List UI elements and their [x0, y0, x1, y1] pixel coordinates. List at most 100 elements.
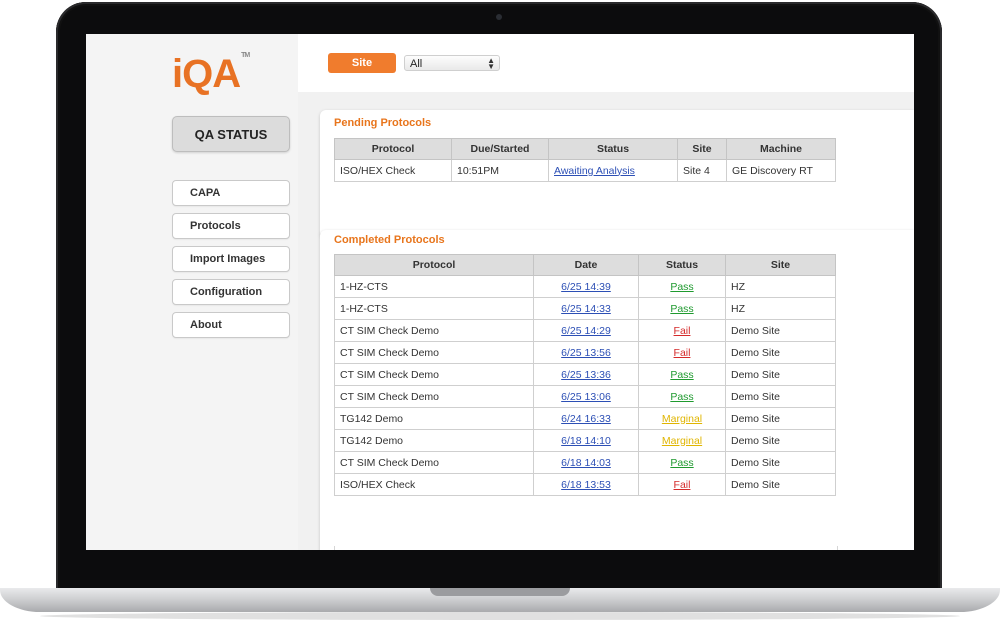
status-link[interactable]: Pass [670, 457, 693, 469]
protocol-cell: TG142 Demo [334, 429, 534, 452]
pending-protocols-table: Protocol Due/Started Status Site Machine… [334, 138, 836, 182]
site-cell: Demo Site [725, 451, 836, 474]
protocol-cell: CT SIM Check Demo [334, 451, 534, 474]
screen: iQATM QA STATUS CAPA Protocols Import Im… [86, 34, 914, 550]
site-select[interactable]: All ▲ ▼ [404, 55, 500, 71]
date-link[interactable]: 6/18 13:53 [561, 479, 611, 491]
table-row[interactable]: 1-HZ-CTS 6/25 14:33 Pass HZ [334, 297, 836, 320]
completed-protocols-title: Completed Protocols [334, 234, 445, 246]
sidebar-item-about[interactable]: About [172, 312, 290, 338]
column-header[interactable]: Status [548, 138, 678, 160]
column-header[interactable]: Due/Started [451, 138, 549, 160]
status-link[interactable]: Fail [674, 325, 691, 337]
date-link[interactable]: 6/18 14:10 [561, 435, 611, 447]
column-header[interactable]: Status [638, 254, 726, 276]
date-cell: 6/25 14:29 [533, 319, 639, 342]
site-cell: Demo Site [725, 385, 836, 408]
table-row[interactable]: CT SIM Check Demo 6/25 14:29 Fail Demo Site [334, 319, 836, 342]
date-link[interactable]: 6/25 14:33 [561, 303, 611, 315]
status-cell: Fail [638, 319, 726, 342]
status-cell: Awaiting Analysis [548, 159, 678, 182]
table-row[interactable]: ISO/HEX Check 10:51PM Awaiting Analysis … [334, 159, 836, 182]
main-area: Site All ▲ ▼ Pending Protocols Protocol D… [298, 34, 914, 550]
column-header[interactable]: Site [725, 254, 836, 276]
date-cell: 6/25 13:36 [533, 363, 639, 386]
table-row[interactable]: CT SIM Check Demo 6/18 14:03 Pass Demo Site [334, 451, 836, 474]
table-row[interactable]: CT SIM Check Demo 6/25 13:06 Pass Demo Site [334, 385, 836, 408]
status-link[interactable]: Fail [674, 347, 691, 359]
app-logo: iQATM [172, 52, 250, 97]
column-header[interactable]: Date [533, 254, 639, 276]
status-cell: Pass [638, 363, 726, 386]
table-header-row: Protocol Due/Started Status Site Machine [334, 138, 836, 160]
column-header[interactable]: Machine [726, 138, 836, 160]
date-link[interactable]: 6/25 13:06 [561, 391, 611, 403]
sidebar-item-import-images[interactable]: Import Images [172, 246, 290, 272]
sidebar-nav: CAPA Protocols Import Images Configurati… [172, 180, 290, 345]
protocol-cell: CT SIM Check Demo [334, 363, 534, 386]
date-link[interactable]: 6/25 13:56 [561, 347, 611, 359]
table-row[interactable]: ISO/HEX Check 6/18 13:53 Fail Demo Site [334, 473, 836, 496]
date-link[interactable]: 6/24 16:33 [561, 413, 611, 425]
qa-status-button[interactable]: QA STATUS [172, 116, 290, 152]
status-cell: Marginal [638, 407, 726, 430]
table-row[interactable]: 1-HZ-CTS 6/25 14:39 Pass HZ [334, 275, 836, 298]
status-link[interactable]: Marginal [662, 435, 702, 447]
column-header[interactable]: Site [677, 138, 727, 160]
logo-text: iQA [172, 52, 241, 96]
protocol-cell: 1-HZ-CTS [334, 297, 534, 320]
protocol-cell: CT SIM Check Demo [334, 319, 534, 342]
column-header[interactable]: Protocol [334, 138, 452, 160]
pending-protocols-panel: Pending Protocols Protocol Due/Started S… [320, 110, 914, 238]
site-cell: Demo Site [725, 473, 836, 496]
completed-rows: 1-HZ-CTS 6/25 14:39 Pass HZ 1-HZ-CTS 6/25 14… [334, 275, 836, 496]
date-cell: 6/25 14:33 [533, 297, 639, 320]
site-cell: Demo Site [725, 407, 836, 430]
status-link[interactable]: Fail [674, 479, 691, 491]
table-row[interactable]: CT SIM Check Demo 6/25 13:36 Pass Demo Site [334, 363, 836, 386]
status-cell: Marginal [638, 429, 726, 452]
site-cell: Demo Site [725, 363, 836, 386]
status-link[interactable]: Marginal [662, 413, 702, 425]
table-row[interactable]: TG142 Demo 6/18 14:10 Marginal Demo Site [334, 429, 836, 452]
site-select-value: All [410, 58, 423, 70]
date-link[interactable]: 6/25 14:39 [561, 281, 611, 293]
top-toolbar: Site All ▲ ▼ [298, 34, 914, 92]
pending-protocols-title: Pending Protocols [334, 117, 432, 129]
content-area: Pending Protocols Protocol Due/Started S… [298, 92, 914, 550]
machine-cell: GE Discovery RT [726, 159, 836, 182]
status-link[interactable]: Pass [670, 391, 693, 403]
date-link[interactable]: 6/25 13:36 [561, 369, 611, 381]
sidebar-item-configuration[interactable]: Configuration [172, 279, 290, 305]
sidebar: iQATM QA STATUS CAPA Protocols Import Im… [86, 34, 299, 550]
table-row[interactable]: CT SIM Check Demo 6/25 13:56 Fail Demo Site [334, 341, 836, 364]
trademark-mark: TM [241, 52, 250, 59]
status-cell: Fail [638, 473, 726, 496]
site-cell: Site 4 [677, 159, 727, 182]
status-link[interactable]: Pass [670, 281, 693, 293]
status-link[interactable]: Pass [670, 369, 693, 381]
site-button[interactable]: Site [328, 53, 396, 73]
sidebar-item-capa[interactable]: CAPA [172, 180, 290, 206]
date-link[interactable]: 6/18 14:03 [561, 457, 611, 469]
date-cell: 6/25 13:56 [533, 341, 639, 364]
date-link[interactable]: 6/25 14:29 [561, 325, 611, 337]
status-cell: Pass [638, 451, 726, 474]
site-cell: HZ [725, 275, 836, 298]
completed-protocols-table: Protocol Date Status Site 1-HZ-CTS 6/25 1… [334, 254, 836, 496]
status-link[interactable]: Pass [670, 303, 693, 315]
protocol-cell: CT SIM Check Demo [334, 385, 534, 408]
laptop-shadow [40, 612, 960, 620]
site-cell: HZ [725, 297, 836, 320]
column-header[interactable]: Protocol [334, 254, 534, 276]
pagination: 1 2 3 4 5 6 7 8 9 10 ... [334, 546, 838, 550]
select-arrows-icon: ▲ ▼ [487, 56, 495, 71]
date-cell: 6/25 14:39 [533, 275, 639, 298]
status-link[interactable]: Awaiting Analysis [554, 165, 635, 177]
camera-icon [496, 14, 502, 20]
date-cell: 6/18 14:10 [533, 429, 639, 452]
protocol-cell: TG142 Demo [334, 407, 534, 430]
sidebar-item-protocols[interactable]: Protocols [172, 213, 290, 239]
status-cell: Pass [638, 275, 726, 298]
table-row[interactable]: TG142 Demo 6/24 16:33 Marginal Demo Site [334, 407, 836, 430]
